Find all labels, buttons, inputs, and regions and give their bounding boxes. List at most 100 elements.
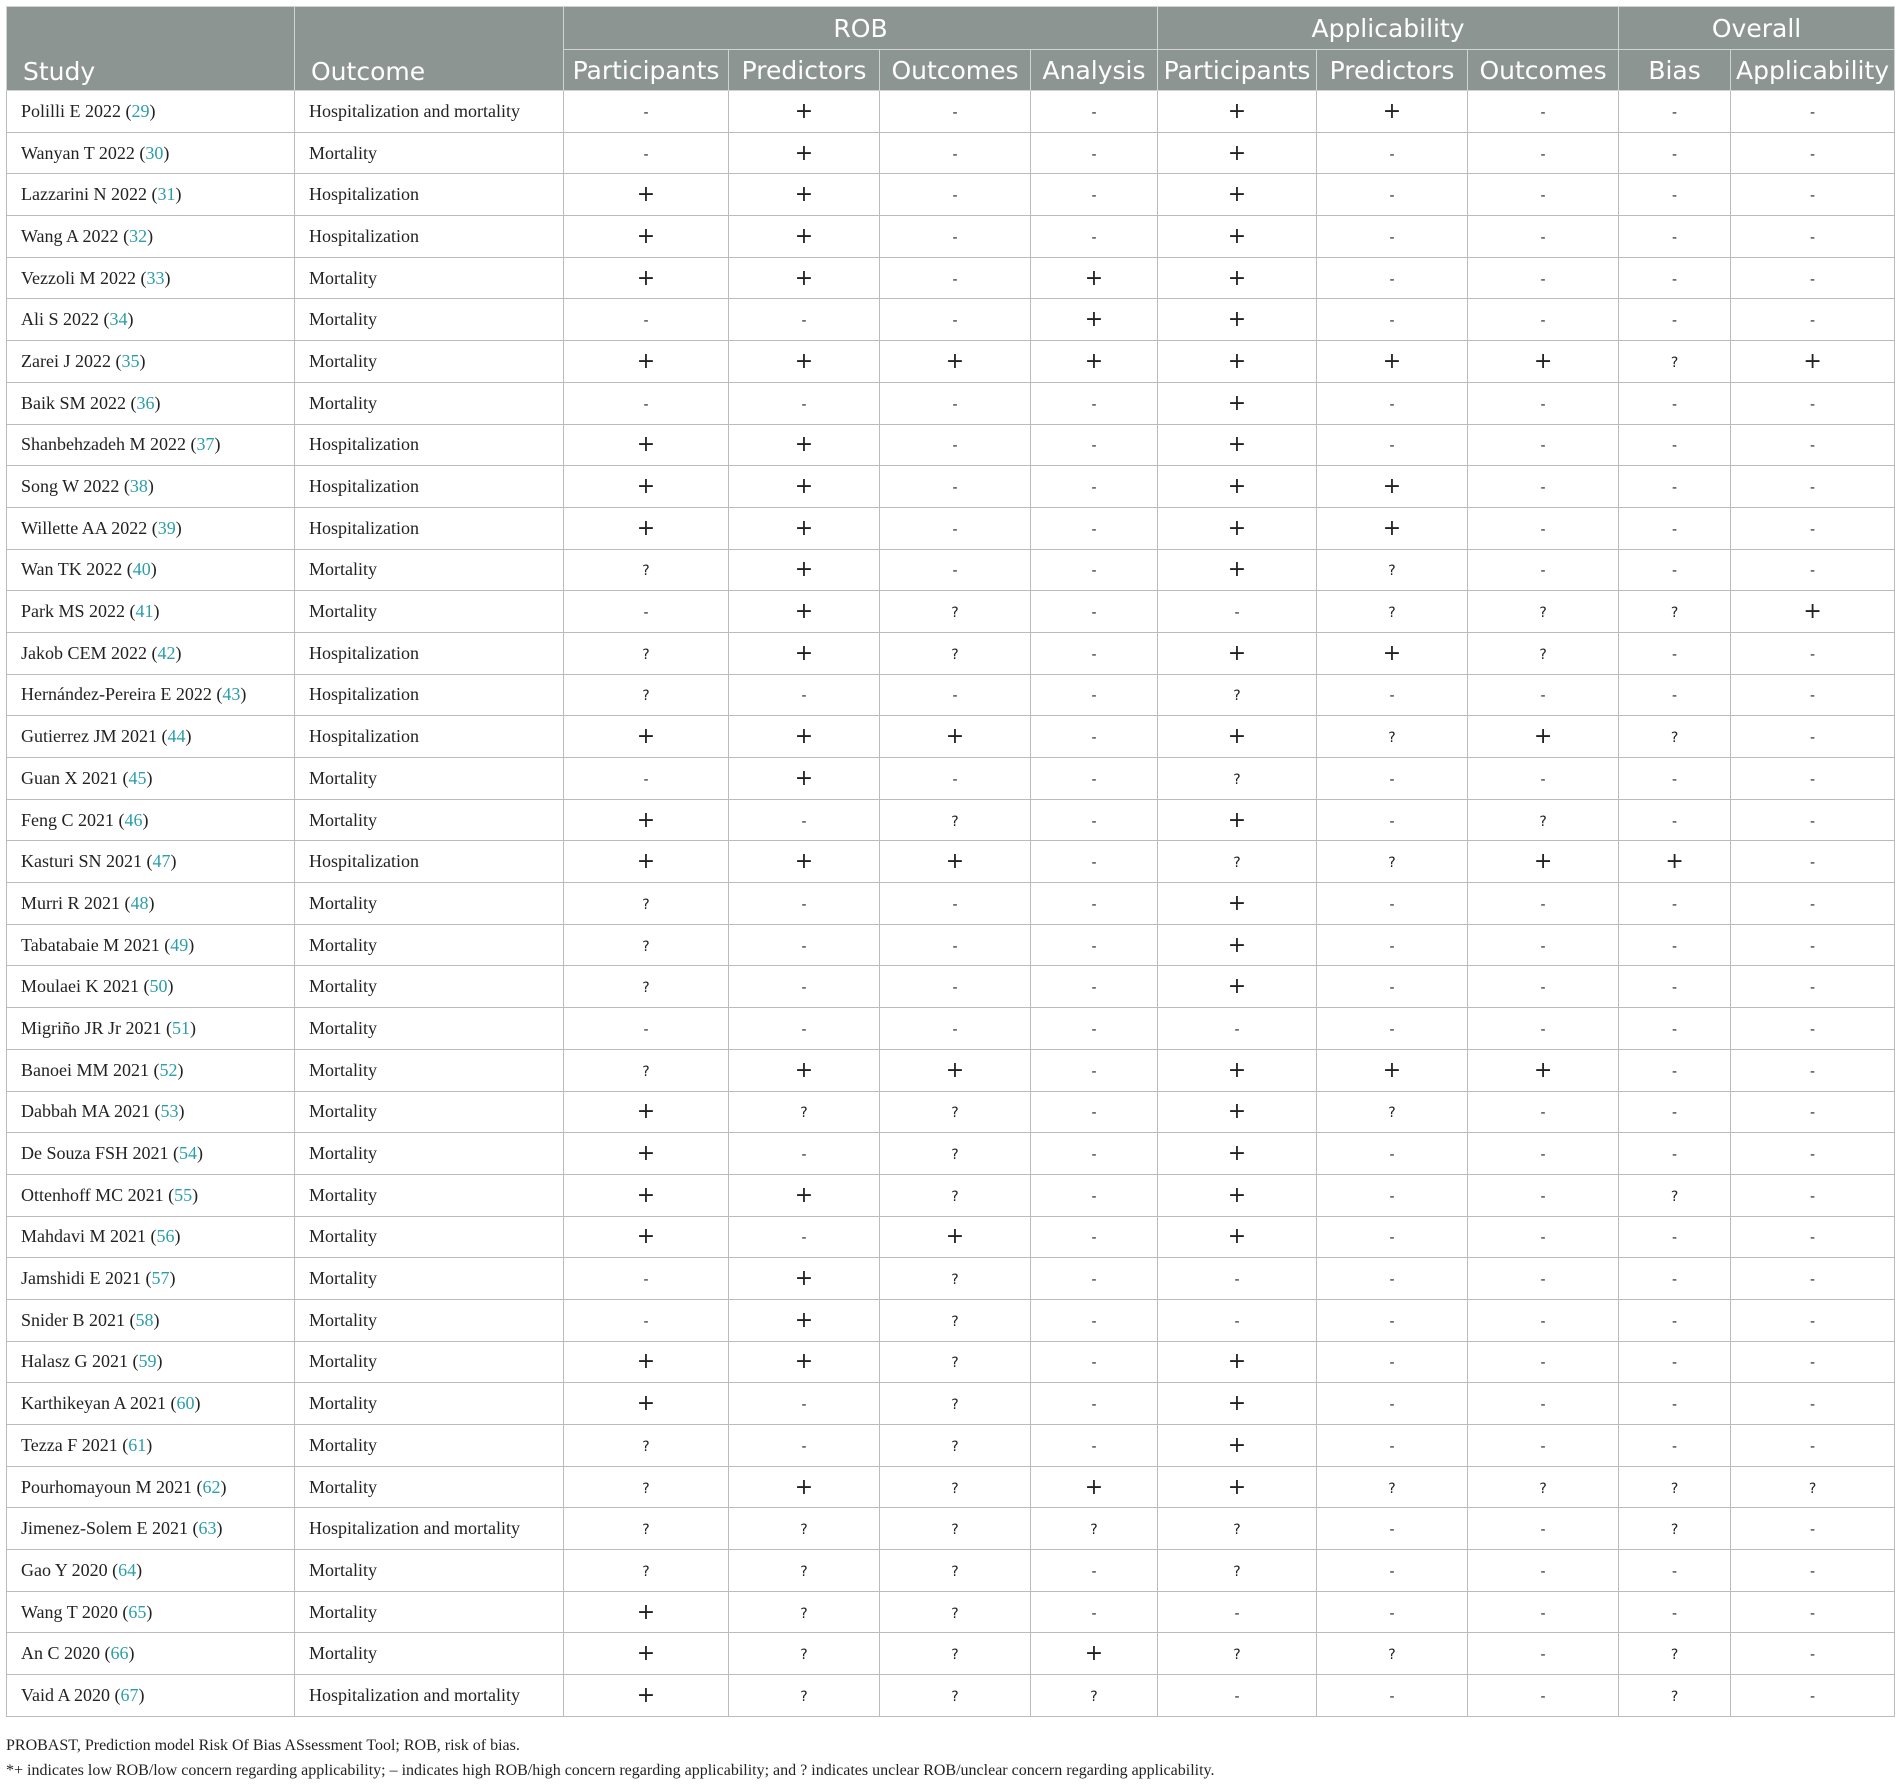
reference-link[interactable]: 34 (110, 309, 128, 329)
reference-link[interactable]: 38 (130, 476, 148, 496)
outcome-cell: Hospitalization (294, 673, 564, 717)
rating-high: - (1672, 813, 1678, 830)
study-cell: Shanbehzadeh M 2022 (37) (6, 423, 295, 467)
reference-link[interactable]: 60 (176, 1393, 194, 1413)
study-name: Baik SM 2022 (21, 392, 127, 413)
rating-high: - (801, 1397, 807, 1414)
reference-link[interactable]: 31 (157, 184, 175, 204)
reference-link[interactable]: 45 (129, 768, 147, 788)
study-cell: Park MS 2022 (41) (6, 590, 295, 633)
rating-unclear: ? (1388, 730, 1396, 747)
study-cell: Wan TK 2022 (40) (6, 548, 295, 592)
reference-link[interactable]: 58 (136, 1310, 154, 1330)
rating-cell: ? (879, 1424, 1031, 1467)
reference-link[interactable]: 35 (121, 351, 139, 371)
rating-low: + (1382, 98, 1402, 124)
rating-low: + (1227, 223, 1247, 249)
reference-link[interactable]: 55 (174, 1185, 192, 1205)
rating-cell: + (1029, 1632, 1159, 1676)
reference-link[interactable]: 57 (152, 1268, 170, 1288)
rating-high: - (1389, 813, 1395, 830)
rating-low: + (1227, 432, 1247, 458)
rating-high: - (1389, 1522, 1395, 1539)
rating-unclear: ? (1539, 605, 1547, 622)
rating-cell: - (1029, 882, 1159, 925)
rating-low: + (794, 474, 814, 500)
study-cell: Mahdavi M 2021 (56) (6, 1215, 295, 1259)
reference-link[interactable]: 61 (128, 1435, 146, 1455)
rating-high: - (643, 146, 649, 163)
study-cell: Gutierrez JM 2021 (44) (6, 715, 295, 758)
rating-high: - (952, 688, 958, 705)
table-row: Dabbah MA 2021 (53) Mortality +?? - +? - - - (6, 1090, 1896, 1134)
reference-link[interactable]: 64 (118, 1560, 136, 1580)
outcome-cell: Hospitalization and mortality (294, 90, 564, 133)
reference-link[interactable]: 67 (121, 1685, 139, 1705)
rating-cell: ? (879, 1382, 1031, 1425)
table-row: Jamshidi E 2021 (57) Mortality - +? - - - - - - (6, 1257, 1896, 1300)
rating-high: - (1540, 688, 1546, 705)
rating-low: + (794, 265, 814, 291)
reference-link[interactable]: 56 (157, 1226, 175, 1246)
rating-low: + (1227, 1349, 1247, 1375)
rating-cell: + (1157, 1173, 1318, 1217)
reference-link[interactable]: 59 (138, 1351, 156, 1371)
rating-cell: - (879, 1007, 1031, 1050)
reference-link[interactable]: 29 (132, 101, 150, 121)
rating-cell: - (1467, 1173, 1620, 1217)
table-row: Park MS 2022 (41) Mortality - +? - -??? + (6, 590, 1896, 633)
rating-high: - (1389, 313, 1395, 330)
reference-link[interactable]: 42 (158, 643, 176, 663)
reference-link[interactable]: 41 (136, 601, 154, 621)
rating-high: - (801, 813, 807, 830)
reference-link[interactable]: 50 (149, 976, 167, 996)
reference-link[interactable]: 36 (137, 393, 155, 413)
rating-high: - (1810, 1647, 1816, 1664)
rating-cell: + (1467, 1048, 1620, 1092)
table-row: Ottenhoff MC 2021 (55) Mortality + +? - + - -? - (6, 1173, 1896, 1217)
rating-high: - (1810, 480, 1816, 497)
rating-cell: - (879, 923, 1031, 967)
reference-link[interactable]: 30 (145, 143, 163, 163)
reference-link[interactable]: 65 (128, 1602, 146, 1622)
rating-unclear: ? (1233, 1522, 1241, 1539)
rating-low: + (1227, 348, 1247, 374)
reference-link[interactable]: 37 (196, 434, 214, 454)
reference-link[interactable]: 48 (131, 893, 149, 913)
reference-link[interactable]: 33 (146, 268, 164, 288)
rating-cell: - (1618, 757, 1732, 800)
rating-cell: - (1730, 1257, 1896, 1300)
reference-link[interactable]: 44 (167, 726, 185, 746)
reference-link[interactable]: 66 (111, 1643, 129, 1663)
reference-link[interactable]: 51 (172, 1018, 190, 1038)
reference-link[interactable]: 47 (153, 851, 171, 871)
rating-cell: ? (879, 1674, 1031, 1717)
rating-cell: - (1029, 423, 1159, 467)
reference-link[interactable]: 32 (129, 226, 147, 246)
reference-link[interactable]: 43 (222, 684, 240, 704)
reference-link[interactable]: 63 (198, 1518, 216, 1538)
rating-cell: ? (1157, 757, 1318, 800)
study-name: Murri R 2021 (21, 892, 120, 913)
reference-link[interactable]: 40 (133, 559, 151, 579)
study-name: Guan X 2021 (21, 767, 118, 788)
rating-unclear: ? (1388, 563, 1396, 580)
reference-link[interactable]: 52 (160, 1060, 178, 1080)
rating-cell: + (728, 506, 880, 550)
reference-link[interactable]: 46 (125, 810, 143, 830)
reference-link[interactable]: 53 (161, 1101, 179, 1121)
table-row: Gao Y 2020 (64) Mortality??? -? - - - - (6, 1549, 1896, 1592)
rating-high: - (1540, 1397, 1546, 1414)
reference-link[interactable]: 54 (179, 1143, 197, 1163)
table-row: Lazzarini N 2022 (31) Hospitalization + + - -… (6, 173, 1896, 217)
rating-cell: - (1467, 1340, 1620, 1384)
table-row: Ali S 2022 (34) Mortality - - - + + - - - - (6, 298, 1896, 342)
reference-link[interactable]: 62 (203, 1477, 221, 1497)
rating-cell: - (879, 757, 1031, 800)
reference-link[interactable]: 39 (158, 518, 176, 538)
rating-high: - (1091, 896, 1097, 913)
rating-low: + (1382, 515, 1402, 541)
outcome-cell: Mortality (294, 1215, 564, 1259)
reference-link[interactable]: 49 (170, 935, 188, 955)
rating-high: - (1810, 104, 1816, 121)
